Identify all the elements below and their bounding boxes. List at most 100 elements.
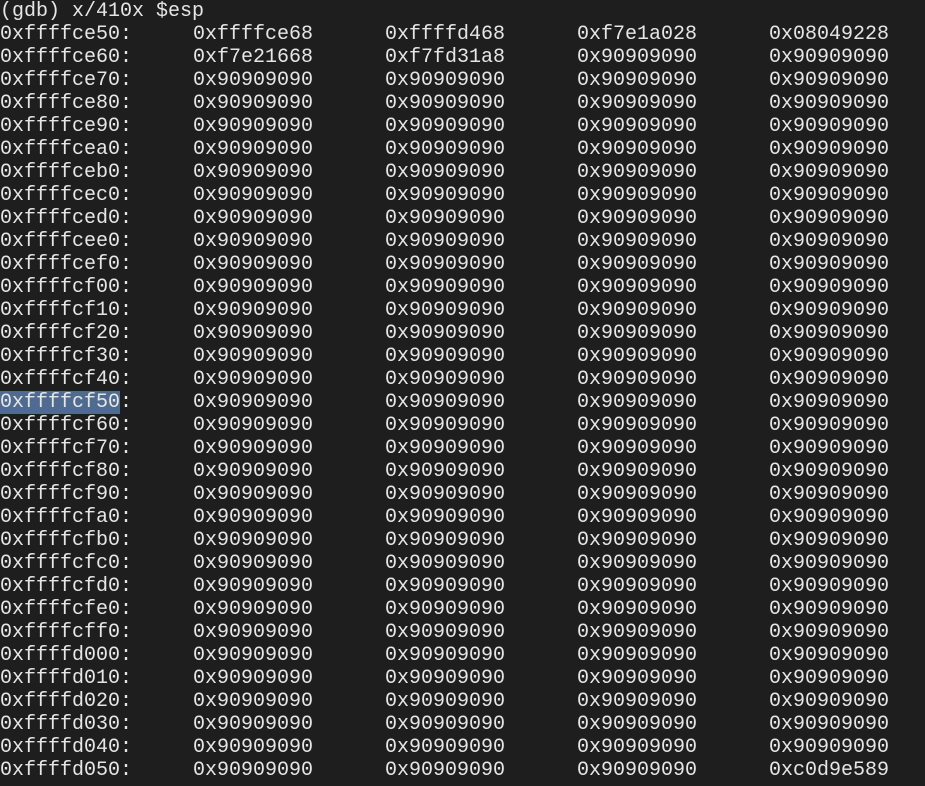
- memory-word: 0x90909090: [577, 759, 698, 782]
- memory-word: 0x90909090: [769, 69, 890, 92]
- memory-row: 0xffffd010: 0x90909090 0x90909090 0x9090909…: [0, 667, 925, 690]
- memory-row: 0xffffcfb0: 0x90909090 0x90909090 0x9090909…: [0, 529, 925, 552]
- memory-word: 0x90909090: [769, 690, 890, 713]
- memory-address: 0xffffcf90:: [0, 483, 133, 506]
- memory-word: 0x90909090: [193, 759, 314, 782]
- memory-word: 0x90909090: [193, 299, 314, 322]
- memory-row: 0xffffd030: 0x90909090 0x90909090 0x9090909…: [0, 713, 925, 736]
- memory-address: 0xffffcee0:: [0, 230, 133, 253]
- memory-word: 0x90909090: [193, 460, 314, 483]
- memory-word: 0x90909090: [193, 276, 314, 299]
- memory-row: 0xffffcfe0: 0x90909090 0x90909090 0x9090909…: [0, 598, 925, 621]
- memory-word: 0x90909090: [769, 667, 890, 690]
- terminal-output[interactable]: (gdb) x/410x $esp 0xffffce50: 0xffffce68 0…: [0, 0, 925, 782]
- memory-address: 0xffffce60:: [0, 46, 133, 69]
- memory-word: 0x90909090: [577, 483, 698, 506]
- memory-word: 0x90909090: [577, 437, 698, 460]
- memory-address: 0xffffcf60:: [0, 414, 133, 437]
- memory-word: 0x90909090: [769, 736, 890, 759]
- memory-word: 0x90909090: [769, 115, 890, 138]
- memory-word: 0x90909090: [769, 46, 890, 69]
- memory-row: 0xffffce60: 0xf7e21668 0xf7fd31a8 0x9090909…: [0, 46, 925, 69]
- memory-word: 0x90909090: [577, 621, 698, 644]
- memory-row: 0xffffceb0: 0x90909090 0x90909090 0x9090909…: [0, 161, 925, 184]
- memory-word: 0xffffce68: [193, 23, 314, 46]
- memory-row: 0xffffcf30: 0x90909090 0x90909090 0x9090909…: [0, 345, 925, 368]
- memory-address: 0xffffcf70:: [0, 437, 133, 460]
- memory-word: 0x90909090: [577, 138, 698, 161]
- memory-word: 0x90909090: [385, 713, 506, 736]
- memory-word: 0x90909090: [193, 529, 314, 552]
- memory-word: 0x90909090: [577, 667, 698, 690]
- memory-word: 0x90909090: [193, 184, 314, 207]
- memory-address: 0xffffcef0:: [0, 253, 133, 276]
- memory-word: 0x90909090: [769, 184, 890, 207]
- memory-address: 0xffffcf80:: [0, 460, 133, 483]
- memory-row: 0xffffcf40: 0x90909090 0x90909090 0x9090909…: [0, 368, 925, 391]
- memory-word: 0x90909090: [769, 414, 890, 437]
- memory-row: 0xffffd020: 0x90909090 0x90909090 0x9090909…: [0, 690, 925, 713]
- memory-row: 0xffffcf60: 0x90909090 0x90909090 0x9090909…: [0, 414, 925, 437]
- memory-word: 0x90909090: [193, 115, 314, 138]
- memory-word: 0x90909090: [385, 92, 506, 115]
- memory-row: 0xffffcfa0: 0x90909090 0x90909090 0x9090909…: [0, 506, 925, 529]
- memory-word: 0x90909090: [193, 621, 314, 644]
- memory-word: 0x90909090: [769, 230, 890, 253]
- memory-row: 0xffffcee0: 0x90909090 0x90909090 0x9090909…: [0, 230, 925, 253]
- memory-word: 0xf7fd31a8: [385, 46, 506, 69]
- memory-word: 0xffffd468: [385, 23, 506, 46]
- memory-address: 0xffffce70:: [0, 69, 133, 92]
- memory-word: 0xc0d9e589: [769, 759, 890, 782]
- memory-row: 0xffffced0: 0x90909090 0x90909090 0x9090909…: [0, 207, 925, 230]
- memory-address: 0xffffcf00:: [0, 276, 133, 299]
- memory-word: 0x90909090: [193, 483, 314, 506]
- memory-row: 0xffffcef0: 0x90909090 0x90909090 0x9090909…: [0, 253, 925, 276]
- memory-word: 0x90909090: [769, 299, 890, 322]
- memory-row: 0xffffcf20: 0x90909090 0x90909090 0x9090909…: [0, 322, 925, 345]
- memory-row: 0xffffcfc0: 0x90909090 0x90909090 0x9090909…: [0, 552, 925, 575]
- memory-word: 0x90909090: [385, 552, 506, 575]
- memory-word: 0x90909090: [577, 299, 698, 322]
- memory-word: 0x90909090: [577, 69, 698, 92]
- memory-word: 0x90909090: [577, 276, 698, 299]
- memory-row: 0xffffce50: 0xffffce68 0xffffd468 0xf7e1a02…: [0, 23, 925, 46]
- memory-address: 0xffffd050:: [0, 759, 133, 782]
- memory-word: 0x90909090: [385, 207, 506, 230]
- memory-word: 0x90909090: [193, 437, 314, 460]
- memory-address: 0xffffce80:: [0, 92, 133, 115]
- memory-word: 0x90909090: [769, 161, 890, 184]
- memory-word: 0x90909090: [577, 460, 698, 483]
- memory-word: 0x90909090: [385, 690, 506, 713]
- memory-word: 0x90909090: [193, 644, 314, 667]
- memory-address: 0xffffcfd0:: [0, 575, 133, 598]
- memory-word: 0x90909090: [385, 644, 506, 667]
- memory-word: 0x90909090: [769, 207, 890, 230]
- memory-word: 0x90909090: [385, 276, 506, 299]
- memory-address: 0xffffceb0:: [0, 161, 133, 184]
- memory-word: 0x90909090: [577, 322, 698, 345]
- memory-word: 0x90909090: [193, 345, 314, 368]
- memory-row: 0xffffcf80: 0x90909090 0x90909090 0x9090909…: [0, 460, 925, 483]
- memory-word: 0x90909090: [769, 276, 890, 299]
- memory-row: 0xffffcea0: 0x90909090 0x90909090 0x9090909…: [0, 138, 925, 161]
- memory-address: 0xffffced0:: [0, 207, 133, 230]
- memory-word: 0x90909090: [769, 621, 890, 644]
- memory-word: 0x90909090: [577, 713, 698, 736]
- memory-word: 0x90909090: [577, 552, 698, 575]
- memory-word: 0x90909090: [385, 460, 506, 483]
- memory-word: 0x90909090: [385, 506, 506, 529]
- memory-word: 0x90909090: [769, 345, 890, 368]
- memory-word: 0x90909090: [385, 598, 506, 621]
- memory-word: 0x90909090: [769, 506, 890, 529]
- memory-word: 0x90909090: [385, 529, 506, 552]
- memory-address: 0xffffcec0:: [0, 184, 133, 207]
- memory-word: 0x90909090: [769, 391, 890, 414]
- memory-address: 0xffffcf30:: [0, 345, 133, 368]
- memory-address: 0xffffcfc0:: [0, 552, 133, 575]
- memory-word: 0x90909090: [385, 667, 506, 690]
- memory-row: 0xffffcff0: 0x90909090 0x90909090 0x9090909…: [0, 621, 925, 644]
- selected-text[interactable]: 0xffffcf50: [0, 391, 121, 414]
- memory-word: 0x90909090: [769, 644, 890, 667]
- memory-word: 0x90909090: [769, 483, 890, 506]
- memory-row: 0xffffcf50: 0x90909090 0x90909090 0x9090909…: [0, 391, 925, 414]
